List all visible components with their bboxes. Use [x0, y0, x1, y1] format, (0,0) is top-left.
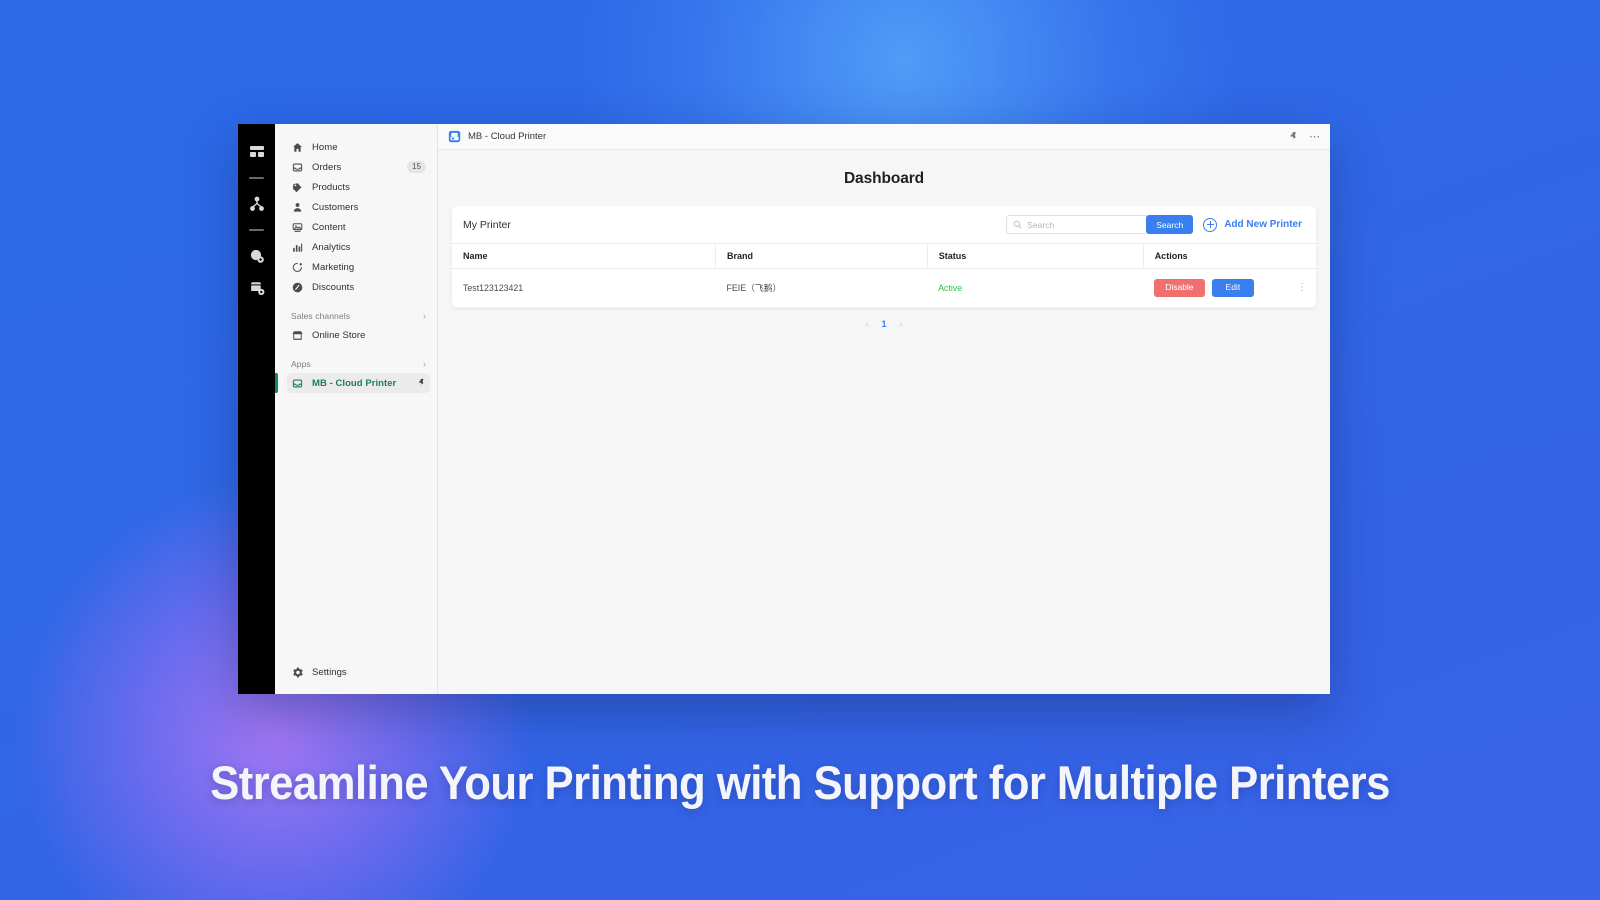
printer-table: Name Brand Status Actions Test123123421 …: [452, 243, 1316, 308]
sidebar-item-label: Customers: [312, 201, 359, 213]
sidebar-item-label: MB - Cloud Printer: [312, 377, 397, 389]
status-badge: Active: [938, 282, 963, 293]
pagination-prev-button[interactable]: ‹: [865, 319, 868, 329]
printer-card: My Printer Search Add New Printer: [452, 206, 1316, 308]
sidebar-item-label: Discounts: [312, 281, 355, 293]
products-tag-icon: [291, 181, 304, 194]
sidebar-item-orders[interactable]: Orders 15: [287, 157, 430, 177]
ellipsis-horizontal-icon[interactable]: ⋯: [1309, 130, 1320, 143]
page-title: Dashboard: [843, 170, 925, 187]
sidebar-item-label: Home: [312, 141, 338, 153]
cell-printer-status: Active: [927, 268, 1144, 308]
left-icon-rail: [238, 124, 275, 694]
rail-divider-1: [249, 177, 264, 179]
column-header-actions: Actions: [1143, 243, 1316, 269]
store-settings-icon[interactable]: [245, 275, 269, 301]
column-header-brand: Brand: [715, 243, 928, 269]
actions-group: Disable Edit: [1154, 279, 1316, 297]
table-header: Name Brand Status Actions: [452, 243, 1316, 269]
search-group: Search: [1006, 215, 1194, 234]
active-indicator-bar: [275, 373, 278, 393]
card-header: My Printer Search Add New Printer: [452, 206, 1316, 243]
ellipsis-vertical-icon[interactable]: ⋮: [1297, 282, 1307, 293]
sidebar-item-label: Online Store: [312, 329, 366, 341]
cloud-printer-app-icon: [448, 130, 461, 143]
pagination-page-1[interactable]: 1: [881, 319, 886, 329]
search-input[interactable]: [1027, 219, 1141, 230]
pagination: ‹ 1 ›: [452, 308, 1316, 333]
sidebar-item-marketing[interactable]: Marketing: [287, 257, 430, 277]
rail-divider-2: [249, 229, 264, 231]
section-label: Apps: [291, 359, 311, 369]
sidebar-item-label: Content: [312, 221, 346, 233]
pin-icon[interactable]: [1288, 131, 1299, 142]
table-header-row: Name Brand Status Actions: [452, 243, 1316, 269]
pin-icon[interactable]: [417, 378, 426, 389]
sidebar-item-label: Orders: [312, 161, 342, 173]
analytics-bars-icon: [291, 241, 304, 254]
add-new-printer-label: Add New Printer: [1224, 219, 1302, 230]
sidebar-item-label: Marketing: [312, 261, 355, 273]
sidebar-item-home[interactable]: Home: [287, 137, 430, 157]
search-field[interactable]: [1006, 215, 1147, 234]
table-row[interactable]: Test123123421 FEIE（飞鹅） Active Disable Ed…: [452, 268, 1316, 308]
sidebar-section-apps[interactable]: Apps ›: [287, 355, 430, 373]
chevron-right-icon: ›: [422, 310, 426, 321]
main-sidebar: Home Orders 15 Products Customers Conten…: [275, 124, 438, 694]
search-button[interactable]: Search: [1146, 215, 1194, 234]
section-label: Sales channels: [291, 311, 351, 321]
disable-button[interactable]: Disable: [1154, 279, 1205, 297]
sidebar-item-content[interactable]: Content: [287, 217, 430, 237]
edit-button[interactable]: Edit: [1211, 279, 1255, 297]
card-title: My Printer: [463, 218, 511, 231]
marketing-megaphone-icon: [291, 261, 304, 274]
column-header-status: Status: [927, 243, 1144, 269]
column-header-name: Name: [452, 243, 717, 269]
table-body: Test123123421 FEIE（飞鹅） Active Disable Ed…: [452, 268, 1316, 308]
chevron-right-icon: ›: [422, 358, 426, 369]
home-icon: [291, 141, 304, 154]
customers-person-icon: [291, 201, 304, 214]
plus-circle-icon: [1203, 217, 1218, 232]
sidebar-item-mb-cloud-printer[interactable]: MB - Cloud Printer: [275, 373, 430, 393]
sidebar-item-customers[interactable]: Customers: [287, 197, 430, 217]
sidebar-gap-2: [275, 345, 437, 355]
printer-icon: [291, 377, 304, 390]
main-content-pane: MB - Cloud Printer ⋯ Dashboard My Printe…: [438, 124, 1330, 694]
app-embed-header: MB - Cloud Printer ⋯: [438, 124, 1330, 150]
sidebar-item-analytics[interactable]: Analytics: [287, 237, 430, 257]
store-icon: [291, 329, 304, 342]
cell-printer-brand: FEIE（飞鹅）: [715, 268, 928, 308]
sitemap-icon[interactable]: [245, 191, 269, 217]
app-window: Home Orders 15 Products Customers Conten…: [238, 124, 1330, 694]
sidebar-item-online-store[interactable]: Online Store: [287, 325, 430, 345]
dashboard-grid-icon[interactable]: [245, 139, 269, 165]
sidebar-item-settings[interactable]: Settings: [287, 662, 430, 682]
add-new-printer-button[interactable]: Add New Printer: [1203, 217, 1306, 232]
sidebar-item-discounts[interactable]: Discounts: [287, 277, 430, 297]
search-icon: [1013, 220, 1022, 229]
globe-settings-icon[interactable]: [245, 243, 269, 269]
discounts-percent-icon: [291, 281, 304, 294]
sidebar-item-label: Settings: [312, 666, 347, 678]
content-area: My Printer Search Add New Printer: [438, 206, 1330, 333]
sidebar-item-label: Analytics: [312, 241, 351, 253]
content-media-icon: [291, 221, 304, 234]
gear-icon: [291, 666, 304, 679]
promo-caption: Streamline Your Printing with Support fo…: [210, 756, 1390, 809]
app-embed-title: MB - Cloud Printer: [468, 131, 547, 142]
cell-printer-actions: Disable Edit ⋮: [1143, 268, 1316, 308]
orders-inbox-icon: [291, 161, 304, 174]
orders-count-badge: 15: [407, 161, 426, 173]
sidebar-item-products[interactable]: Products: [287, 177, 430, 197]
sidebar-item-label: Products: [312, 181, 350, 193]
sidebar-gap-1: [275, 297, 437, 307]
sidebar-section-sales-channels[interactable]: Sales channels ›: [287, 307, 430, 325]
cell-printer-name: Test123123421: [452, 268, 716, 308]
pagination-next-button[interactable]: ›: [900, 319, 903, 329]
